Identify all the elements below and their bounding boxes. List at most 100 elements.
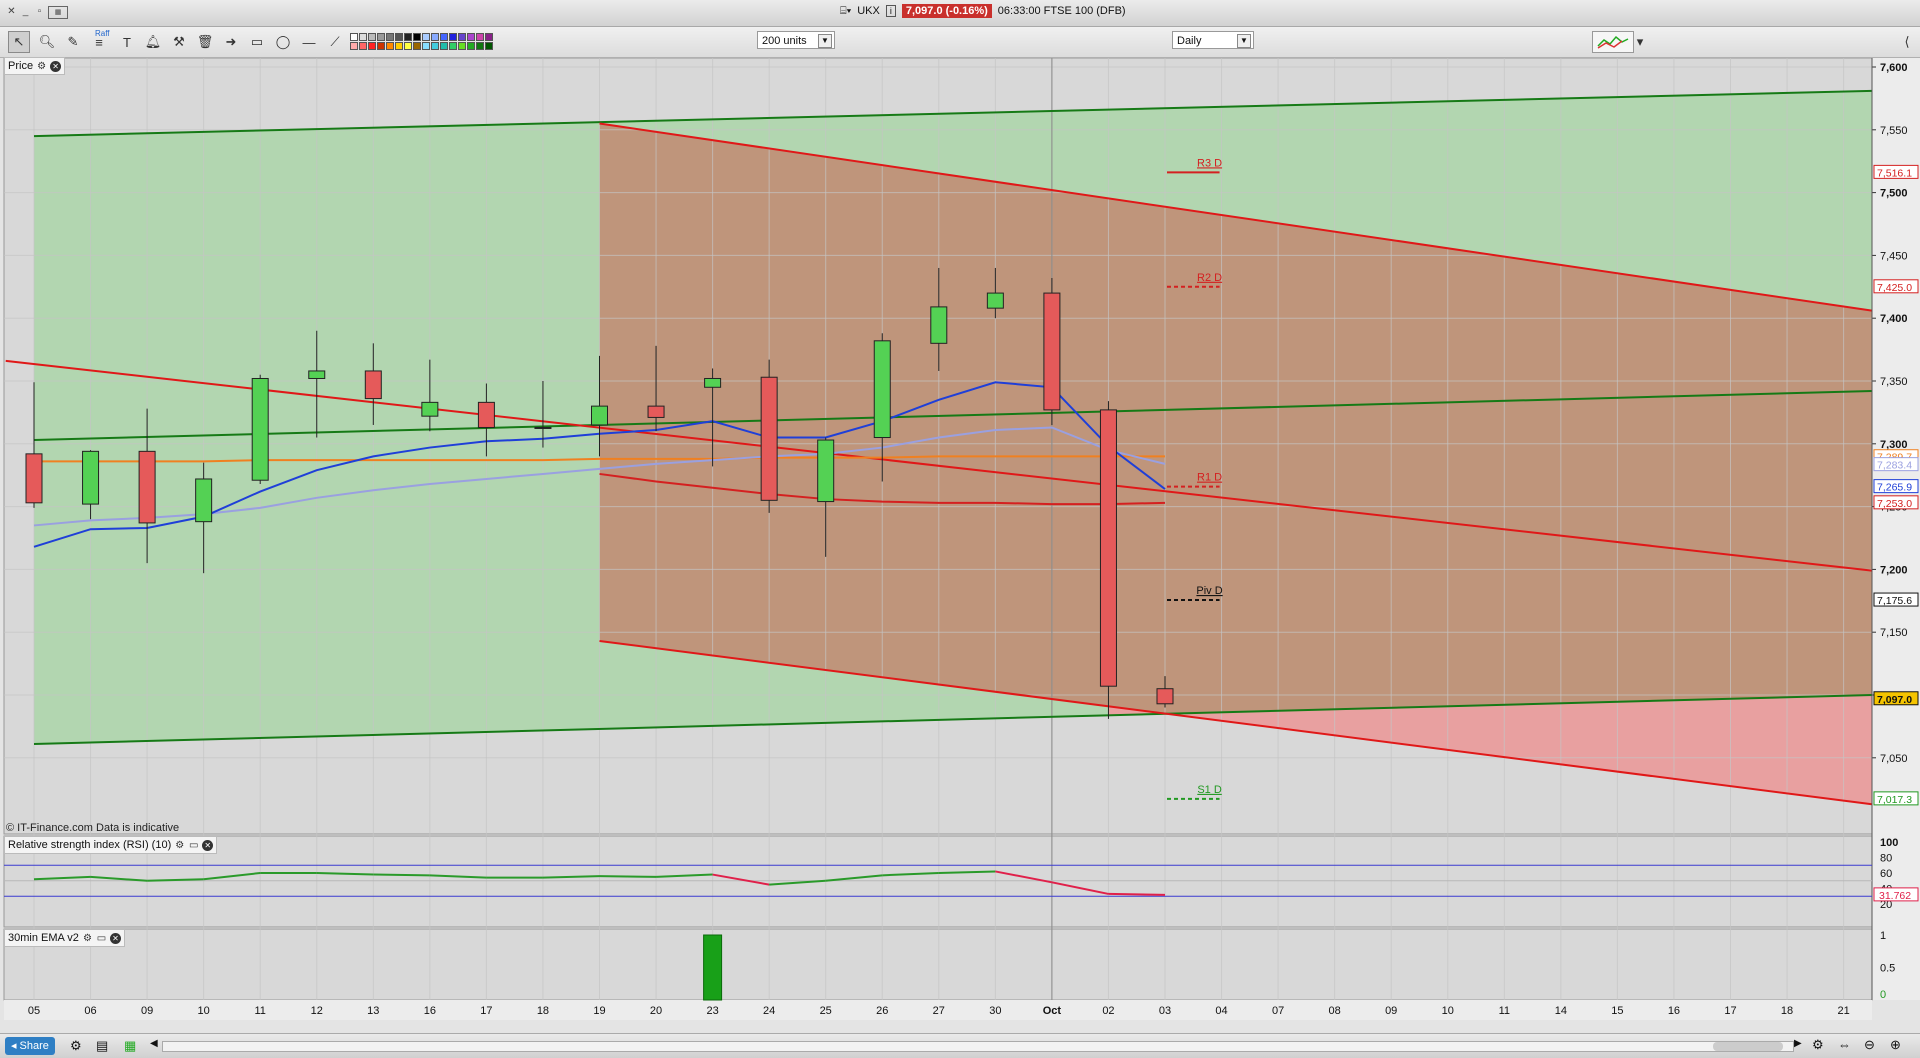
date-tick-label: 04 xyxy=(1215,1005,1227,1017)
color-swatch[interactable] xyxy=(395,42,403,50)
color-swatch[interactable] xyxy=(440,33,448,41)
color-swatch[interactable] xyxy=(476,33,484,41)
color-swatch[interactable] xyxy=(368,42,376,50)
date-tick-label: 11 xyxy=(254,1005,265,1017)
arrow-tool-icon[interactable]: ➜ xyxy=(220,31,242,53)
text-tool-icon[interactable]: T xyxy=(116,31,138,53)
chart-type-dropdown-icon[interactable]: ▾ xyxy=(1634,31,1646,53)
share-button[interactable]: ◂ Share xyxy=(5,1037,55,1055)
date-tick-label: 20 xyxy=(650,1005,662,1017)
color-swatch[interactable] xyxy=(386,33,394,41)
color-swatch[interactable] xyxy=(359,33,367,41)
close-icon[interactable]: ✕ xyxy=(50,60,62,72)
date-tick-label: 17 xyxy=(1724,1005,1736,1017)
color-swatch[interactable] xyxy=(485,33,493,41)
date-tick-label: 17 xyxy=(480,1005,492,1017)
color-swatch[interactable] xyxy=(413,33,421,41)
restore-window-icon[interactable]: ▫ xyxy=(34,6,45,17)
color-swatch[interactable] xyxy=(404,33,412,41)
spreadsheet-icon[interactable]: ▦ xyxy=(124,1038,136,1054)
price-tag-label: 7,516.1 xyxy=(1877,167,1912,179)
maximize-icon[interactable]: ▭ xyxy=(188,840,199,851)
color-swatch[interactable] xyxy=(422,33,430,41)
rectangle-tool-icon[interactable]: ▭ xyxy=(246,31,268,53)
units-select[interactable]: 200 units ▼ xyxy=(757,31,835,49)
zoom-tool-icon[interactable]: 🔍︎ xyxy=(36,31,58,53)
interval-select[interactable]: Daily ▼ xyxy=(1172,31,1254,49)
settings-icon[interactable]: ⚙ xyxy=(70,1038,82,1054)
rsi-segment xyxy=(1108,892,1166,896)
trendline-tool-icon[interactable]: ⟋ xyxy=(324,31,346,53)
date-tick-label: 05 xyxy=(28,1005,40,1017)
wrench-icon[interactable]: ⚙ xyxy=(174,840,185,851)
ema-tick-label: 1 xyxy=(1880,930,1886,942)
horizontal-line-icon[interactable]: — xyxy=(298,31,320,53)
minimize-window-icon[interactable]: _ xyxy=(20,6,31,17)
color-swatch[interactable] xyxy=(431,42,439,50)
horizontal-scrollbar[interactable] xyxy=(162,1041,1794,1052)
color-swatch[interactable] xyxy=(422,42,430,50)
alert-bell-icon[interactable]: 🔔︎ xyxy=(142,31,164,53)
date-tick-label: 18 xyxy=(537,1005,549,1017)
briefcase-icon[interactable]: ⌸▾ xyxy=(840,5,851,18)
info-icon[interactable]: i xyxy=(885,5,896,17)
side-panel-toggle-icon[interactable]: ⟨ xyxy=(1896,31,1918,53)
color-swatch[interactable] xyxy=(350,33,358,41)
table-icon[interactable]: ▤ xyxy=(96,1038,108,1054)
color-swatch[interactable] xyxy=(350,42,358,50)
color-swatch[interactable] xyxy=(458,33,466,41)
date-tick-label: 26 xyxy=(876,1005,888,1017)
scroll-right-icon[interactable]: ▶ xyxy=(1794,1038,1802,1049)
color-swatch[interactable] xyxy=(368,33,376,41)
ellipse-tool-icon[interactable]: ◯ xyxy=(272,31,294,53)
delete-icon[interactable]: 🗑︎ xyxy=(194,31,216,53)
price-tag-label: 7,425.0 xyxy=(1877,282,1912,294)
pointer-tool-icon[interactable]: ↖ xyxy=(8,31,30,53)
fibonacci-tool-icon[interactable]: Raff ≡ xyxy=(88,29,110,53)
close-icon[interactable]: ✕ xyxy=(109,932,121,944)
color-swatch[interactable] xyxy=(449,33,457,41)
color-swatch[interactable] xyxy=(467,42,475,50)
zoom-in-icon[interactable]: ⊕ xyxy=(1890,1037,1901,1053)
tools-icon[interactable]: ⚒ xyxy=(168,31,190,53)
wrench-icon[interactable]: ⚙ xyxy=(36,61,47,72)
rsi-tick-label: 60 xyxy=(1880,868,1892,880)
color-swatch[interactable] xyxy=(431,33,439,41)
color-swatch[interactable] xyxy=(440,42,448,50)
price-tag-label: 7,017.3 xyxy=(1877,794,1912,806)
color-swatch[interactable] xyxy=(377,33,385,41)
date-tick-label: 27 xyxy=(933,1005,945,1017)
interval-value: Daily xyxy=(1177,35,1202,47)
close-icon[interactable]: ✕ xyxy=(202,839,214,851)
ema-tick-label: 0 xyxy=(1880,989,1886,1001)
color-swatch[interactable] xyxy=(458,42,466,50)
maximize-icon[interactable]: ▭ xyxy=(96,933,107,944)
scrollbar-thumb[interactable] xyxy=(1713,1042,1783,1051)
zoom-out-icon[interactable]: ⊖ xyxy=(1864,1037,1875,1053)
color-swatch[interactable] xyxy=(377,42,385,50)
close-window-icon[interactable]: ✕ xyxy=(6,6,17,17)
candle-bear xyxy=(1156,688,1174,705)
chart-canvas[interactable]: R3 D R2 D R1 D Piv D S1 D 7,600 7,550 7,500 7,45… xyxy=(0,57,1920,1033)
price-tag-label: 7,175.6 xyxy=(1877,595,1912,607)
scroll-left-icon[interactable]: ◀ xyxy=(150,1038,158,1049)
chart-edit-icon[interactable]: ✎ xyxy=(62,31,84,53)
pivot-label: R2 D xyxy=(1197,272,1222,284)
color-swatch[interactable] xyxy=(359,42,367,50)
chart-settings-icon[interactable]: ⚙ xyxy=(1812,1037,1824,1053)
pivot-label: R1 D xyxy=(1197,472,1222,484)
color-swatch[interactable] xyxy=(395,33,403,41)
color-swatch[interactable] xyxy=(386,42,394,50)
pan-icon[interactable]: ⇔ xyxy=(1838,1037,1851,1052)
keyboard-icon[interactable]: ▦ xyxy=(48,6,68,19)
color-swatch[interactable] xyxy=(404,42,412,50)
ema-tick-label: 0.5 xyxy=(1880,963,1895,975)
color-swatch[interactable] xyxy=(485,42,493,50)
color-swatch[interactable] xyxy=(467,33,475,41)
color-swatch[interactable] xyxy=(449,42,457,50)
color-swatch[interactable] xyxy=(476,42,484,50)
wrench-icon[interactable]: ⚙ xyxy=(82,933,93,944)
chart-type-icon[interactable] xyxy=(1592,31,1634,53)
color-swatch[interactable] xyxy=(413,42,421,50)
chart-area[interactable]: R3 D R2 D R1 D Piv D S1 D 7,600 7,550 7,500 7,45… xyxy=(0,57,1920,1033)
